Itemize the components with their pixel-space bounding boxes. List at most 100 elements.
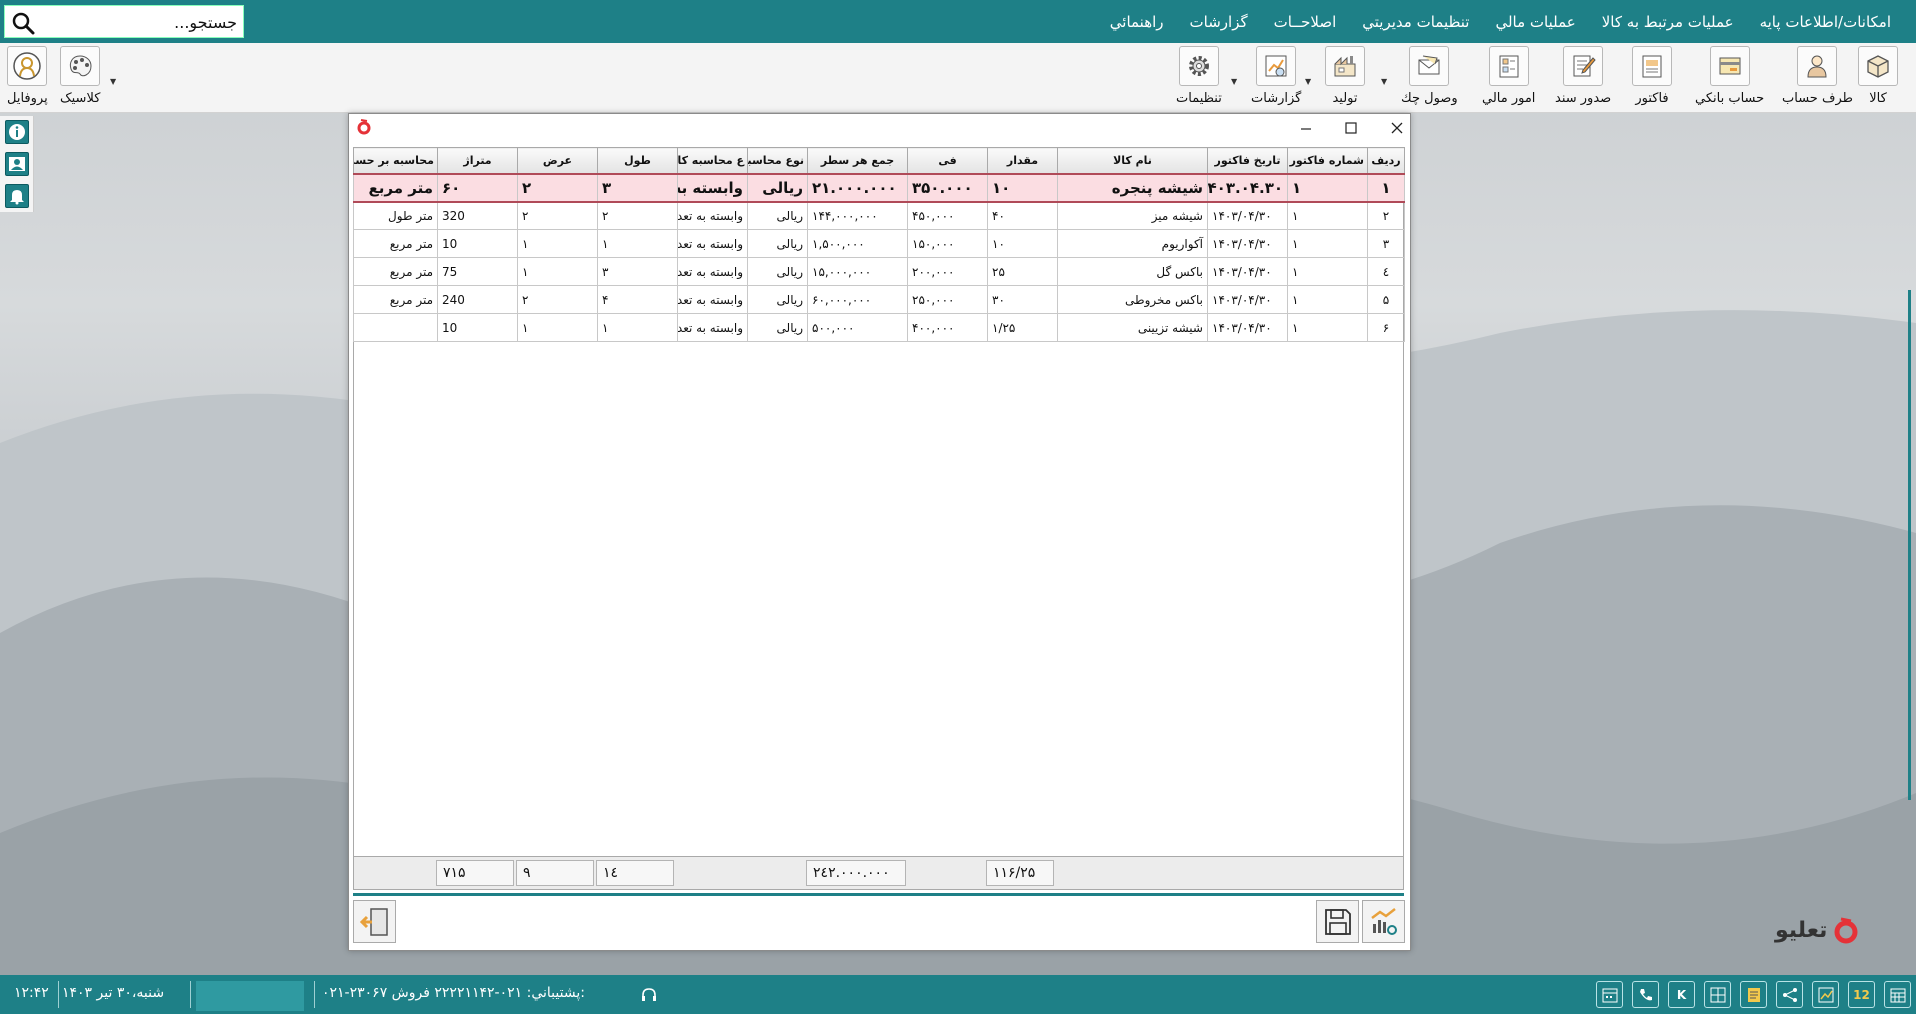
- table-cell[interactable]: ۱۴۰۳/۰۴/۳۰: [1207, 257, 1288, 286]
- table-cell[interactable]: ۲: [517, 201, 598, 230]
- table-cell[interactable]: ریالی: [747, 172, 808, 203]
- table-cell[interactable]: ۱۴۴,۰۰۰,۰۰۰: [807, 201, 908, 230]
- table-cell[interactable]: ۱,۵۰۰,۰۰۰: [807, 229, 908, 258]
- column-header[interactable]: عرض: [517, 147, 598, 174]
- minimize-button[interactable]: [1289, 116, 1323, 140]
- info-button[interactable]: [5, 120, 29, 144]
- dropdown-arrow-icon[interactable]: ▼: [1305, 77, 1311, 86]
- exit-button[interactable]: [353, 900, 396, 943]
- menu-goods-ops[interactable]: عملیات مرتبط به کالا: [1589, 13, 1747, 31]
- search-input[interactable]: [43, 7, 243, 37]
- save-button[interactable]: [1316, 900, 1359, 943]
- table-cell[interactable]: ۱: [1367, 172, 1405, 203]
- table-cell[interactable]: ۲۱.۰۰۰.۰۰۰: [807, 172, 908, 203]
- table-cell[interactable]: وابسته به تعداد: [677, 285, 748, 314]
- table-cell[interactable]: ۱۴۰۳/۰۴/۳۰: [1207, 285, 1288, 314]
- table-cell[interactable]: متر مربع: [353, 285, 438, 314]
- table-cell[interactable]: ۲: [517, 172, 598, 203]
- table-cell[interactable]: متر مربع: [353, 172, 438, 203]
- table-cell[interactable]: ۱: [517, 229, 598, 258]
- toolbar-invoice-button[interactable]: فاکتور: [1632, 46, 1672, 106]
- table-cell[interactable]: ٤: [1367, 257, 1405, 286]
- table-cell[interactable]: ۲: [597, 201, 678, 230]
- close-button[interactable]: [1380, 116, 1414, 140]
- table-cell[interactable]: ۳۰: [987, 285, 1058, 314]
- toolbar-classic-theme-button[interactable]: کلاسیک: [60, 46, 100, 106]
- status-layout-button[interactable]: [1704, 981, 1731, 1008]
- table-cell[interactable]: باکس مخروطی: [1057, 285, 1208, 314]
- report-chart-button[interactable]: [1362, 900, 1405, 943]
- table-cell[interactable]: [353, 313, 438, 342]
- table-cell[interactable]: ۶۰: [437, 172, 518, 203]
- toolbar-account-party-button[interactable]: طرف حساب: [1782, 46, 1853, 106]
- table-cell[interactable]: شیشه تزیینی: [1057, 313, 1208, 342]
- table-row[interactable]: ٤ ۱ ۱۴۰۳/۰۴/۳۰ باکس گل ۲۵ ۲۰۰,۰۰۰ ۱۵,۰۰۰,۰۰۰ ری…: [353, 257, 1405, 286]
- table-cell[interactable]: ۳: [597, 257, 678, 286]
- table-cell[interactable]: آکواریوم: [1057, 229, 1208, 258]
- column-header[interactable]: جمع هر سطر: [807, 147, 908, 174]
- table-cell[interactable]: ریالی: [747, 285, 808, 314]
- table-cell[interactable]: ۱۵,۰۰۰,۰۰۰: [807, 257, 908, 286]
- table-row[interactable]: ۵ ۱ ۱۴۰۳/۰۴/۳۰ باکس مخروطی ۳۰ ۲۵۰,۰۰۰ ۶۰,۰۰۰,۰…: [353, 285, 1405, 314]
- table-cell[interactable]: ۱۴۰۳/۰۴/۳۰: [1207, 313, 1288, 342]
- maximize-button[interactable]: [1334, 116, 1368, 140]
- table-cell[interactable]: ۱: [1287, 229, 1368, 258]
- table-cell[interactable]: ریالی: [747, 229, 808, 258]
- dropdown-arrow-icon[interactable]: ▼: [1381, 77, 1387, 86]
- table-cell[interactable]: ریالی: [747, 313, 808, 342]
- table-cell[interactable]: ۱۰: [987, 172, 1058, 203]
- status-notes-button[interactable]: [1740, 981, 1767, 1008]
- toolbar-reports-button[interactable]: گزارشات: [1251, 46, 1301, 106]
- table-cell[interactable]: ۵۰۰,۰۰۰: [807, 313, 908, 342]
- table-cell[interactable]: 320: [437, 201, 518, 230]
- column-header[interactable]: تاریخ فاکتور: [1207, 147, 1288, 174]
- table-cell[interactable]: ۱: [1287, 172, 1368, 203]
- table-cell[interactable]: ۳: [597, 172, 678, 203]
- table-cell[interactable]: ۳: [1367, 229, 1405, 258]
- table-cell[interactable]: ۱۴۰۳/۰۴/۳۰: [1207, 201, 1288, 230]
- table-cell[interactable]: ۳۵۰.۰۰۰: [907, 172, 988, 203]
- column-header[interactable]: شماره فاکتور: [1287, 147, 1368, 174]
- table-cell[interactable]: ریالی: [747, 257, 808, 286]
- table-cell[interactable]: 10: [437, 229, 518, 258]
- menu-financial-ops[interactable]: عملیات مالي: [1482, 13, 1588, 31]
- table-row[interactable]: ۲ ۱ ۱۴۰۳/۰۴/۳۰ شیشه میز ۴۰ ۴۵۰,۰۰۰ ۱۴۴,۰۰۰,۰۰۰…: [353, 201, 1405, 230]
- menu-admin-settings[interactable]: تنظیمات مدیریتي: [1349, 13, 1482, 31]
- table-cell[interactable]: ۱۴۰۳/۰۴/۳۰: [1207, 229, 1288, 258]
- menu-basic-info[interactable]: امکانات/اطلاعات پایه: [1747, 13, 1904, 31]
- toolbar-bank-account-button[interactable]: حساب بانکي: [1695, 46, 1764, 106]
- column-header[interactable]: نام کالا: [1057, 147, 1208, 174]
- table-cell[interactable]: متر مربع: [353, 257, 438, 286]
- table-row[interactable]: ۳ ۱ ۱۴۰۳/۰۴/۳۰ آکواریوم ۱۰ ۱۵۰,۰۰۰ ۱,۵۰۰,۰۰۰ ری…: [353, 229, 1405, 258]
- dropdown-arrow-icon[interactable]: ▼: [110, 77, 116, 86]
- table-cell[interactable]: ۱: [1287, 257, 1368, 286]
- table-cell[interactable]: ۱: [597, 313, 678, 342]
- table-cell[interactable]: ۱۰: [987, 229, 1058, 258]
- toolbar-settings-button[interactable]: تنظیمات: [1176, 46, 1222, 106]
- toolbar-profile-button[interactable]: پروفایل: [7, 46, 48, 106]
- table-cell[interactable]: متر مربع: [353, 229, 438, 258]
- table-cell[interactable]: ۶: [1367, 313, 1405, 342]
- column-header[interactable]: متراژ: [437, 147, 518, 174]
- status-phonebook-button[interactable]: [1632, 981, 1659, 1008]
- column-header[interactable]: محاسبه بر حسب: [353, 147, 438, 174]
- column-header[interactable]: فی: [907, 147, 988, 174]
- status-calendar-button[interactable]: [1596, 981, 1623, 1008]
- table-cell[interactable]: ۱۴۰۳.۰۴.۳۰: [1207, 172, 1288, 203]
- table-cell[interactable]: ۲۵: [987, 257, 1058, 286]
- table-cell[interactable]: ۴۰: [987, 201, 1058, 230]
- table-cell[interactable]: ۱: [1287, 201, 1368, 230]
- table-cell[interactable]: متر طول: [353, 201, 438, 230]
- column-header[interactable]: طول: [597, 147, 678, 174]
- dropdown-arrow-icon[interactable]: ▼: [1231, 77, 1237, 86]
- status-chart-button[interactable]: [1812, 981, 1839, 1008]
- table-row[interactable]: ۱۱۱۴۰۳.۰۴.۳۰شیشه پنجره۱۰۳۵۰.۰۰۰۲۱.۰۰۰.۰۰…: [353, 172, 1405, 203]
- table-cell[interactable]: شیشه پنجره: [1057, 172, 1208, 203]
- table-cell[interactable]: ۶۰,۰۰۰,۰۰۰: [807, 285, 908, 314]
- table-cell[interactable]: 75: [437, 257, 518, 286]
- notifications-button[interactable]: [5, 184, 29, 208]
- toolbar-goods-button[interactable]: کالا: [1858, 46, 1898, 106]
- status-k-button[interactable]: K: [1668, 981, 1695, 1008]
- column-header[interactable]: مقدار: [987, 147, 1058, 174]
- table-cell[interactable]: ۴: [597, 285, 678, 314]
